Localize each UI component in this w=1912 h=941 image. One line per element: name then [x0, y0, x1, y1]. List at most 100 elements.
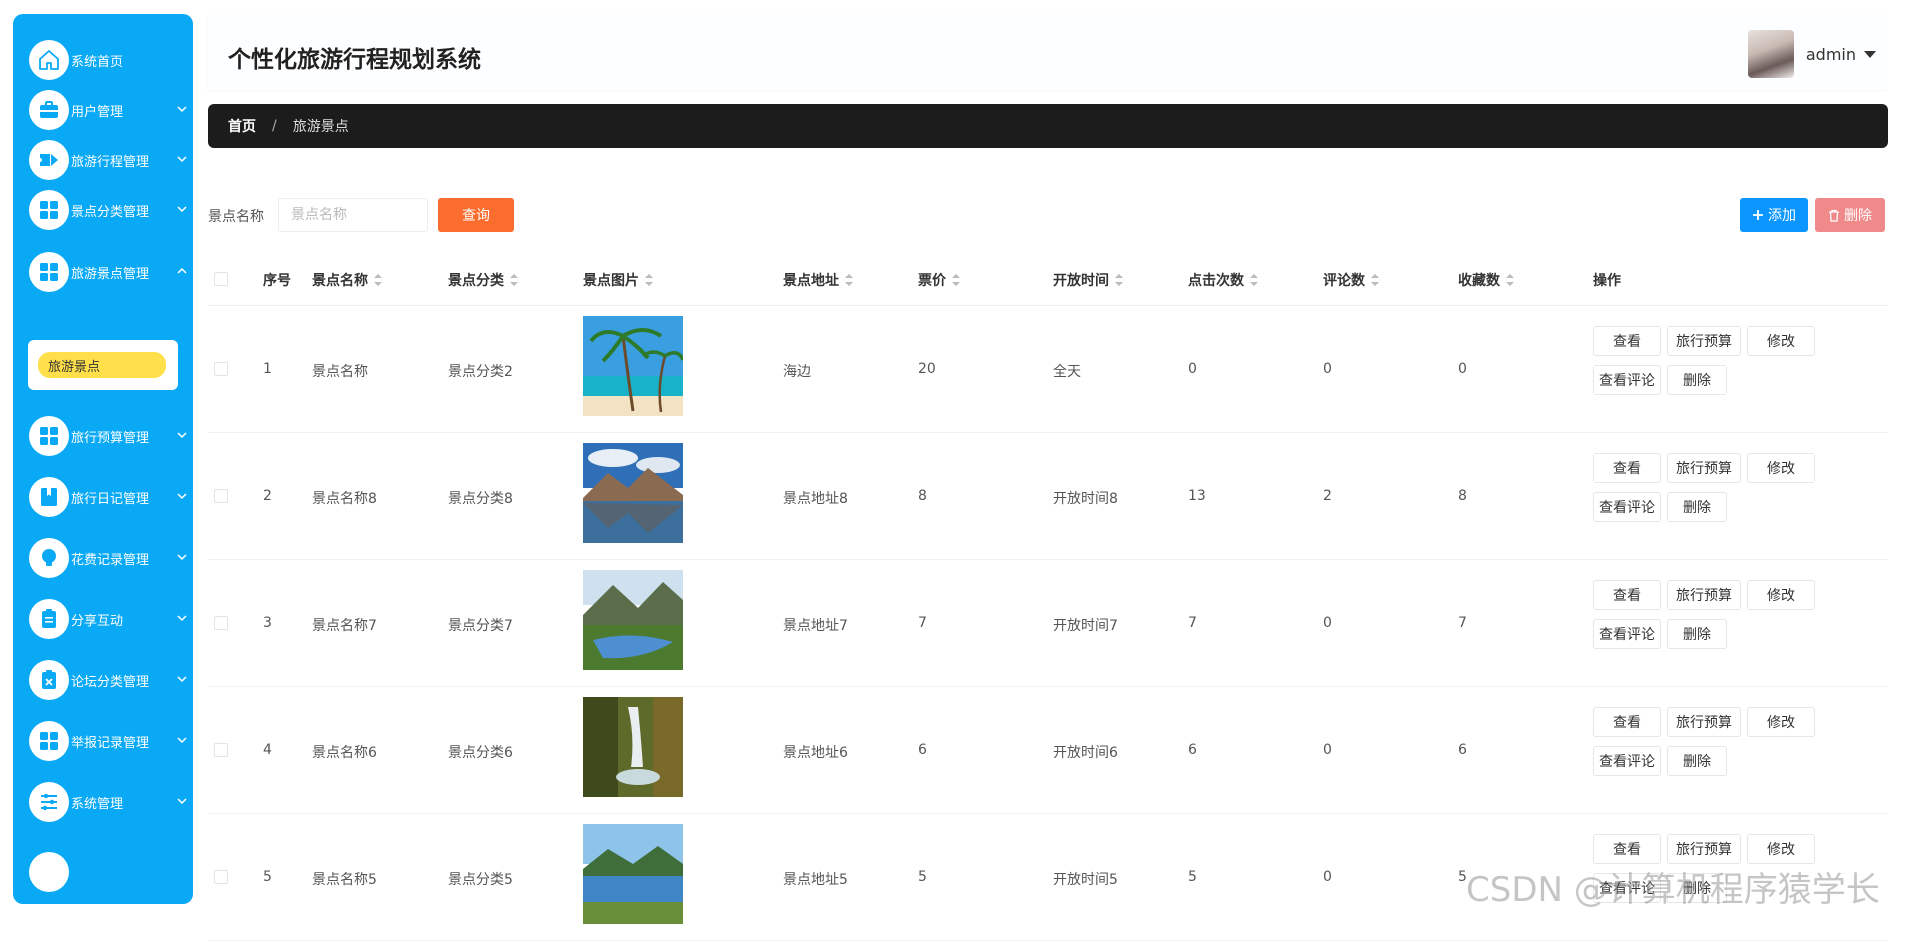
- row-checkbox[interactable]: [214, 616, 228, 630]
- col-header-hours[interactable]: 开放时间: [1053, 270, 1123, 290]
- cell-category: 景点分类5: [448, 872, 513, 888]
- budget-button[interactable]: 旅行预算: [1667, 580, 1741, 610]
- budget-button[interactable]: 旅行预算: [1667, 453, 1741, 483]
- row-checkbox[interactable]: [214, 870, 228, 884]
- col-header-name[interactable]: 景点名称: [312, 270, 382, 290]
- ticket-icon: [29, 140, 69, 180]
- sort-icon: [645, 274, 653, 286]
- sidebar-item-spot-category[interactable]: 景点分类管理: [29, 188, 189, 232]
- col-header-clicks[interactable]: 点击次数: [1188, 270, 1258, 290]
- edit-button[interactable]: 修改: [1747, 834, 1815, 864]
- cell-address: 海边: [783, 364, 811, 380]
- cell-address: 景点地址6: [783, 745, 848, 761]
- edit-button[interactable]: 修改: [1747, 453, 1815, 483]
- cell-name: 景点名称: [312, 364, 368, 380]
- submenu-item-spots[interactable]: 旅游景点: [38, 352, 166, 378]
- user-menu[interactable]: admin: [1747, 30, 1876, 78]
- col-header-index: 序号: [263, 273, 291, 289]
- view-comments-button[interactable]: 查看评论: [1593, 746, 1661, 776]
- sidebar-item-spots[interactable]: 旅游景点管理: [29, 250, 189, 294]
- chevron-down-icon: [177, 493, 187, 500]
- cell-comments: 0: [1323, 361, 1332, 377]
- grid-icon: [29, 721, 69, 761]
- col-header-address[interactable]: 景点地址: [783, 270, 853, 290]
- spot-image-mountain-lake: [583, 443, 683, 543]
- delete-row-button[interactable]: 删除: [1667, 492, 1727, 522]
- add-button[interactable]: 添加: [1740, 198, 1808, 232]
- chevron-down-icon: [177, 737, 187, 744]
- cell-comments: 0: [1323, 615, 1332, 631]
- sidebar-item-home[interactable]: 系统首页: [29, 38, 189, 82]
- sort-icon: [1250, 274, 1258, 286]
- row-checkbox[interactable]: [214, 743, 228, 757]
- cell-index: 4: [263, 742, 272, 758]
- sidebar-item-diary[interactable]: 旅行日记管理: [29, 475, 189, 519]
- col-header-image[interactable]: 景点图片: [583, 270, 653, 290]
- sidebar-item-reports[interactable]: 举报记录管理: [29, 719, 189, 763]
- col-header-comments[interactable]: 评论数: [1323, 270, 1379, 290]
- view-button[interactable]: 查看: [1593, 834, 1661, 864]
- view-button[interactable]: 查看: [1593, 453, 1661, 483]
- chevron-down-icon: [177, 206, 187, 213]
- sidebar-item-users[interactable]: 用户管理: [29, 88, 189, 132]
- view-comments-button[interactable]: 查看评论: [1593, 365, 1661, 395]
- sort-icon: [952, 274, 960, 286]
- select-all-checkbox[interactable]: [214, 272, 228, 286]
- view-comments-button[interactable]: 查看评论: [1593, 492, 1661, 522]
- chevron-down-icon: [177, 798, 187, 805]
- chevron-down-icon: [177, 432, 187, 439]
- cell-favorites: 6: [1458, 742, 1467, 758]
- edit-button[interactable]: 修改: [1747, 580, 1815, 610]
- cell-hours: 开放时间5: [1053, 872, 1118, 888]
- sliders-icon: [29, 782, 69, 822]
- view-comments-button[interactable]: 查看评论: [1593, 619, 1661, 649]
- cell-favorites: 7: [1458, 615, 1467, 631]
- sidebar-item-label: 旅行日记管理: [71, 491, 150, 507]
- delete-row-button[interactable]: 删除: [1667, 619, 1727, 649]
- sort-icon: [510, 274, 518, 286]
- sidebar-item-label: 举报记录管理: [71, 735, 150, 751]
- edit-button[interactable]: 修改: [1747, 326, 1815, 356]
- search-input[interactable]: [278, 198, 428, 232]
- edit-button[interactable]: 修改: [1747, 707, 1815, 737]
- row-checkbox[interactable]: [214, 362, 228, 376]
- sort-icon: [1371, 274, 1379, 286]
- submenu: 旅游景点: [28, 340, 178, 390]
- cell-index: 3: [263, 615, 272, 631]
- col-header-favorites[interactable]: 收藏数: [1458, 270, 1514, 290]
- delete-row-button[interactable]: 删除: [1667, 365, 1727, 395]
- breadcrumb-home[interactable]: 首页: [228, 116, 256, 136]
- cell-index: 2: [263, 488, 272, 504]
- sidebar-item-label: 系统首页: [71, 54, 124, 70]
- user-name: admin: [1805, 44, 1856, 64]
- spot-image-beach: [583, 316, 683, 416]
- chevron-down-icon: [177, 106, 187, 113]
- budget-button[interactable]: 旅行预算: [1667, 326, 1741, 356]
- view-button[interactable]: 查看: [1593, 580, 1661, 610]
- sidebar-item-forum-category[interactable]: 论坛分类管理: [29, 658, 189, 702]
- budget-button[interactable]: 旅行预算: [1667, 707, 1741, 737]
- view-button[interactable]: 查看: [1593, 326, 1661, 356]
- col-header-category[interactable]: 景点分类: [448, 270, 518, 290]
- sidebar: 系统首页 用户管理 旅游行程管理 景点分类管理 旅游景点管理 旅游景点 旅行预算…: [13, 14, 193, 904]
- sidebar-item-label: 系统管理: [71, 796, 124, 812]
- caret-down-icon: [1864, 50, 1876, 58]
- cell-hours: 开放时间8: [1053, 491, 1118, 507]
- chevron-down-icon: [177, 615, 187, 622]
- query-button[interactable]: 查询: [438, 198, 514, 232]
- sidebar-item-share[interactable]: 分享互动: [29, 597, 189, 641]
- sidebar-item-expenses[interactable]: 花费记录管理: [29, 536, 189, 580]
- sidebar-item-budget[interactable]: 旅行预算管理: [29, 414, 189, 458]
- delete-row-button[interactable]: 删除: [1667, 746, 1727, 776]
- bulk-delete-button[interactable]: 删除: [1815, 198, 1885, 232]
- col-header-price[interactable]: 票价: [918, 270, 960, 290]
- cell-clicks: 6: [1188, 742, 1197, 758]
- app-title: 个性化旅游行程规划系统: [228, 47, 481, 73]
- sidebar-item-system[interactable]: 系统管理: [29, 780, 189, 824]
- view-button[interactable]: 查看: [1593, 707, 1661, 737]
- sidebar-item-trips[interactable]: 旅游行程管理: [29, 138, 189, 182]
- budget-button[interactable]: 旅行预算: [1667, 834, 1741, 864]
- search-label: 景点名称: [208, 209, 264, 225]
- row-checkbox[interactable]: [214, 489, 228, 503]
- breadcrumb: 首页 / 旅游景点: [208, 104, 1888, 148]
